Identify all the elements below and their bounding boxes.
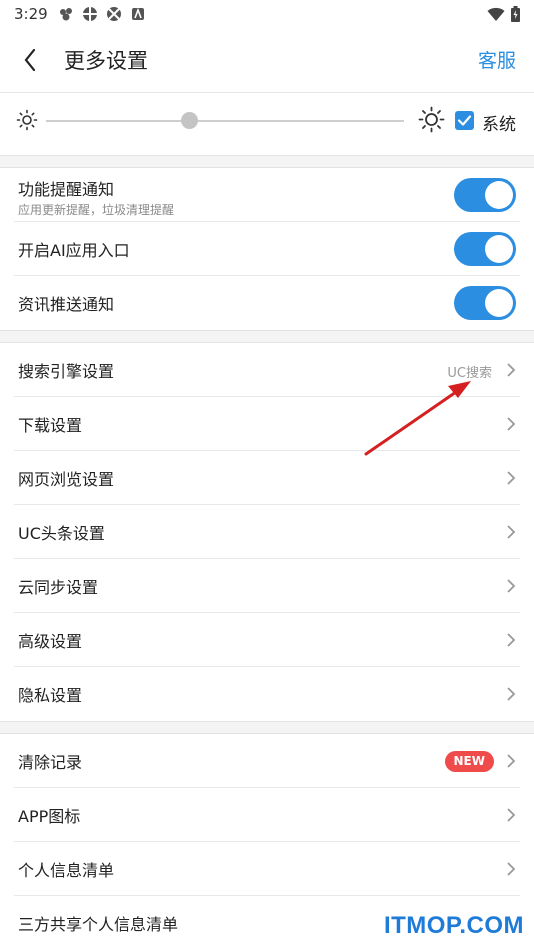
section-divider [0, 721, 534, 734]
brightness-low-icon [16, 109, 38, 131]
back-button[interactable] [18, 44, 46, 76]
settings-row-uc-headlines[interactable]: UC头条设置 [0, 505, 534, 559]
brightness-row: 系统 [0, 92, 534, 148]
row-label: 个人信息清单 [18, 861, 115, 880]
brightness-high-icon [418, 106, 445, 133]
brightness-slider[interactable] [46, 112, 404, 129]
row-label: 资讯推送通知 [18, 295, 115, 314]
chevron-right-icon [507, 525, 516, 539]
app-notification-icon [130, 6, 146, 22]
brightness-slider-thumb[interactable] [181, 112, 199, 129]
toggle-knob [485, 235, 513, 263]
row-label: 搜索引擎设置 [18, 362, 115, 381]
app-notification-icon [106, 6, 122, 22]
row-label: UC头条设置 [18, 524, 105, 543]
chevron-right-icon [507, 471, 516, 485]
settings-row-search-engine[interactable]: 搜索引擎设置 UC搜索 [0, 343, 534, 397]
chevron-right-icon [507, 417, 516, 431]
row-label: 三方共享个人信息清单 [18, 915, 179, 934]
toggle-knob [485, 181, 513, 209]
notification-row-news-push[interactable]: 资讯推送通知 [0, 276, 534, 330]
notification-row-ai-entry[interactable]: 开启AI应用入口 [0, 222, 534, 276]
settings-row-browsing[interactable]: 网页浏览设置 [0, 451, 534, 505]
chevron-right-icon [507, 363, 516, 377]
section-divider [0, 330, 534, 343]
row-label: APP图标 [18, 807, 81, 826]
section-divider [0, 155, 534, 168]
settings-row-personal-info-list[interactable]: 个人信息清单 [0, 842, 534, 896]
chevron-left-icon [24, 48, 36, 72]
row-value: UC搜索 [447, 366, 492, 381]
customer-service-link[interactable]: 客服 [478, 46, 516, 73]
wifi-icon [487, 7, 505, 26]
row-label: 高级设置 [18, 632, 83, 651]
settings-row-download[interactable]: 下载设置 [0, 397, 534, 451]
status-time: 3:29 [14, 5, 48, 23]
header: 更多设置 客服 [0, 28, 534, 92]
settings-row-privacy[interactable]: 隐私设置 [0, 667, 534, 721]
page-title: 更多设置 [64, 49, 148, 73]
watermark-logo: ITMOP.COM [383, 912, 524, 939]
toggle-knob [485, 289, 513, 317]
row-label: 云同步设置 [18, 578, 99, 597]
notification-row-feature-reminder[interactable]: 功能提醒通知 应用更新提醒，垃圾清理提醒 [0, 168, 534, 222]
row-sublabel: 应用更新提醒，垃圾清理提醒 [18, 203, 175, 217]
row-label: 隐私设置 [18, 686, 83, 705]
news-push-toggle[interactable] [454, 286, 516, 320]
settings-row-advanced[interactable]: 高级设置 [0, 613, 534, 667]
notification-icons [58, 6, 146, 22]
status-bar: 3:29 [0, 0, 534, 28]
app-notification-icon [58, 6, 74, 22]
new-badge: NEW [444, 751, 494, 772]
system-brightness-label: 系统 [482, 115, 516, 135]
chevron-right-icon [507, 579, 516, 593]
system-status-icons [487, 6, 520, 26]
ai-entry-toggle[interactable] [454, 232, 516, 266]
chevron-right-icon [507, 754, 516, 768]
settings-row-app-icon[interactable]: APP图标 [0, 788, 534, 842]
checkmark-icon [457, 115, 472, 126]
system-brightness-checkbox[interactable] [455, 111, 474, 130]
settings-row-clear-history[interactable]: 清除记录 NEW [0, 734, 534, 788]
row-label: 网页浏览设置 [18, 470, 115, 489]
row-label: 开启AI应用入口 [18, 241, 130, 260]
chevron-right-icon [507, 687, 516, 701]
battery-icon [511, 6, 520, 26]
row-label: 清除记录 [18, 753, 83, 772]
app-notification-icon [82, 6, 98, 22]
chevron-right-icon [507, 808, 516, 822]
settings-row-cloud-sync[interactable]: 云同步设置 [0, 559, 534, 613]
row-label: 下载设置 [18, 416, 83, 435]
row-label: 功能提醒通知 [18, 180, 115, 199]
chevron-right-icon [507, 862, 516, 876]
chevron-right-icon [507, 633, 516, 647]
feature-reminder-toggle[interactable] [454, 178, 516, 212]
